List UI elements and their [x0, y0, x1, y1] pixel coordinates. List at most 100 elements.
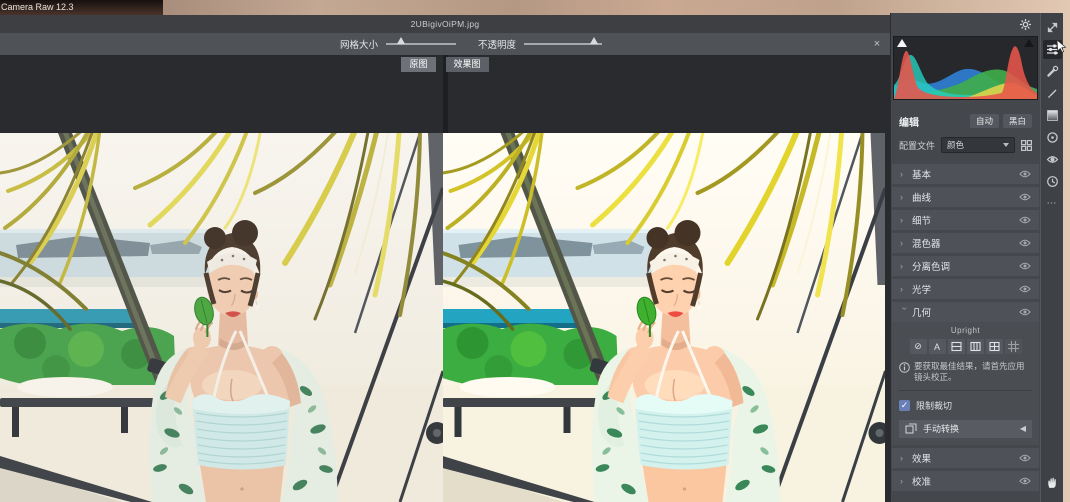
divider: [899, 390, 1032, 391]
eye-icon[interactable]: [1019, 285, 1031, 293]
section-effects[interactable]: › 效果: [892, 448, 1039, 468]
upright-level-button[interactable]: [948, 339, 965, 354]
snapshots-icon: [1046, 175, 1059, 188]
vertical-icon: [970, 341, 981, 352]
manual-transform-row[interactable]: 手动转换 ◀: [899, 420, 1032, 438]
adjustment-brush-button[interactable]: [1043, 84, 1062, 103]
upright-full-button[interactable]: [986, 339, 1003, 354]
constrain-crop-row[interactable]: ✓ 限制裁切: [899, 397, 1032, 415]
red-eye-icon: [1046, 153, 1059, 166]
photo-after[interactable]: [443, 133, 885, 502]
section-optics[interactable]: › 光学: [892, 279, 1039, 299]
snapshots-button[interactable]: [1043, 172, 1062, 191]
bw-button[interactable]: 黑白: [1003, 114, 1032, 128]
expand-icon: [1046, 21, 1059, 34]
tool-column: ⋯: [1040, 13, 1063, 502]
upright-off-button[interactable]: ⊘: [910, 339, 927, 354]
radial-filter-button[interactable]: [1043, 128, 1062, 147]
spot-removal-button[interactable]: [1043, 62, 1062, 81]
chevron-right-icon: ›: [900, 215, 912, 225]
panel-header: [891, 13, 1040, 36]
profile-value: 颜色: [947, 139, 1003, 151]
histogram[interactable]: [893, 36, 1038, 100]
more-tools-button[interactable]: ⋯: [1043, 194, 1062, 213]
close-overlay-button[interactable]: ×: [870, 38, 884, 50]
expand-button[interactable]: [1043, 18, 1062, 37]
chevron-right-icon: ›: [900, 284, 912, 294]
section-detail[interactable]: › 细节: [892, 210, 1039, 230]
eye-icon[interactable]: [1019, 216, 1031, 224]
info-icon: [899, 362, 910, 373]
red-eye-button[interactable]: [1043, 150, 1062, 169]
opacity-slider[interactable]: [524, 43, 602, 45]
opacity-slider-thumb[interactable]: [590, 37, 598, 44]
eye-icon[interactable]: [1019, 239, 1031, 247]
effect-view-button[interactable]: 效果图: [446, 57, 489, 72]
geometry-info-text: 要获取最佳结果，请首先应用镜头校正。: [914, 361, 1032, 384]
section-calibration[interactable]: › 校准: [892, 471, 1039, 491]
eye-icon[interactable]: [1019, 170, 1031, 178]
upright-vertical-button[interactable]: [967, 339, 984, 354]
section-color-mixer[interactable]: › 混色器: [892, 233, 1039, 253]
profile-dropdown[interactable]: 颜色: [941, 137, 1015, 153]
full-icon: [989, 341, 1000, 352]
grid-size-slider[interactable]: [386, 43, 456, 45]
filename-label: 2UBigivOiPM.jpg: [411, 19, 480, 29]
constrain-crop-label: 限制裁切: [916, 399, 952, 412]
upright-guided-button[interactable]: [1005, 339, 1022, 354]
section-geometry[interactable]: › 几何: [892, 302, 1039, 322]
profile-browser-grid-icon[interactable]: [1021, 140, 1032, 151]
chevron-right-icon: ›: [900, 192, 912, 202]
highlight-clipping-indicator[interactable]: [1024, 39, 1034, 47]
overlay-controls-bar: 网格大小 不透明度 ×: [0, 33, 890, 55]
opacity-label: 不透明度: [478, 37, 516, 51]
preview-area: 2UBigivOiPM.jpg 网格大小 不透明度 × 原图 效果图: [0, 15, 890, 502]
profile-label: 配置文件: [899, 139, 935, 152]
collapse-left-icon[interactable]: ◀: [1020, 424, 1026, 433]
eye-icon[interactable]: [1019, 308, 1031, 316]
compare-view: 原图 效果图: [0, 55, 890, 502]
grid-size-label: 网格大小: [340, 37, 378, 51]
graduated-filter-button[interactable]: [1043, 106, 1062, 125]
hand-icon: [1045, 475, 1059, 489]
upright-auto-button[interactable]: A: [929, 339, 946, 354]
settings-gear-icon[interactable]: [1019, 18, 1032, 31]
filename-bar: 2UBigivOiPM.jpg: [0, 15, 890, 33]
chevron-right-icon: ›: [900, 169, 912, 179]
radial-filter-icon: [1046, 131, 1059, 144]
section-curve[interactable]: › 曲线: [892, 187, 1039, 207]
panel-sections: › 基本 › 曲线 › 细节 › 混色器 › 分离色调: [891, 164, 1040, 491]
profile-row: 配置文件 颜色: [891, 134, 1040, 156]
spot-removal-icon: [1046, 65, 1059, 78]
edit-panel: 编辑 自动 黑白 配置文件 颜色 › 基本: [890, 13, 1040, 502]
window-title: Camera Raw 12.3: [1, 2, 74, 12]
upright-buttons: ⊘ A: [899, 339, 1032, 354]
photo-before[interactable]: [0, 133, 443, 502]
more-icon: ⋯: [1047, 198, 1058, 209]
section-split-toning[interactable]: › 分离色调: [892, 256, 1039, 276]
grid-size-slider-thumb[interactable]: [397, 37, 405, 44]
photo-pair: [0, 133, 890, 502]
transform-icon: [905, 423, 917, 434]
eye-icon[interactable]: [1019, 477, 1031, 485]
chevron-down-icon: ›: [900, 307, 910, 317]
edit-header-row: 编辑 自动 黑白: [891, 108, 1040, 134]
eye-icon[interactable]: [1019, 193, 1031, 201]
shadow-clipping-indicator[interactable]: [897, 39, 907, 47]
edit-title: 编辑: [899, 114, 966, 129]
camera-raw-window: Camera Raw 12.3 2UBigivOiPM.jpg 网格大小 不透明…: [0, 0, 1070, 502]
constrain-crop-checkbox[interactable]: ✓: [899, 400, 910, 411]
titlebar: Camera Raw 12.3: [0, 0, 163, 15]
section-basic[interactable]: › 基本: [892, 164, 1039, 184]
auto-button[interactable]: 自动: [970, 114, 999, 128]
hand-tool[interactable]: [1045, 475, 1059, 494]
eye-icon[interactable]: [1019, 454, 1031, 462]
original-view-button[interactable]: 原图: [401, 57, 435, 72]
level-icon: [951, 341, 962, 352]
eye-icon[interactable]: [1019, 262, 1031, 270]
chevron-right-icon: ›: [900, 453, 912, 463]
upright-label: Upright: [899, 326, 1032, 335]
chevron-right-icon: ›: [900, 238, 912, 248]
manual-transform-label: 手动转换: [923, 422, 959, 435]
graduated-filter-icon: [1046, 109, 1059, 122]
